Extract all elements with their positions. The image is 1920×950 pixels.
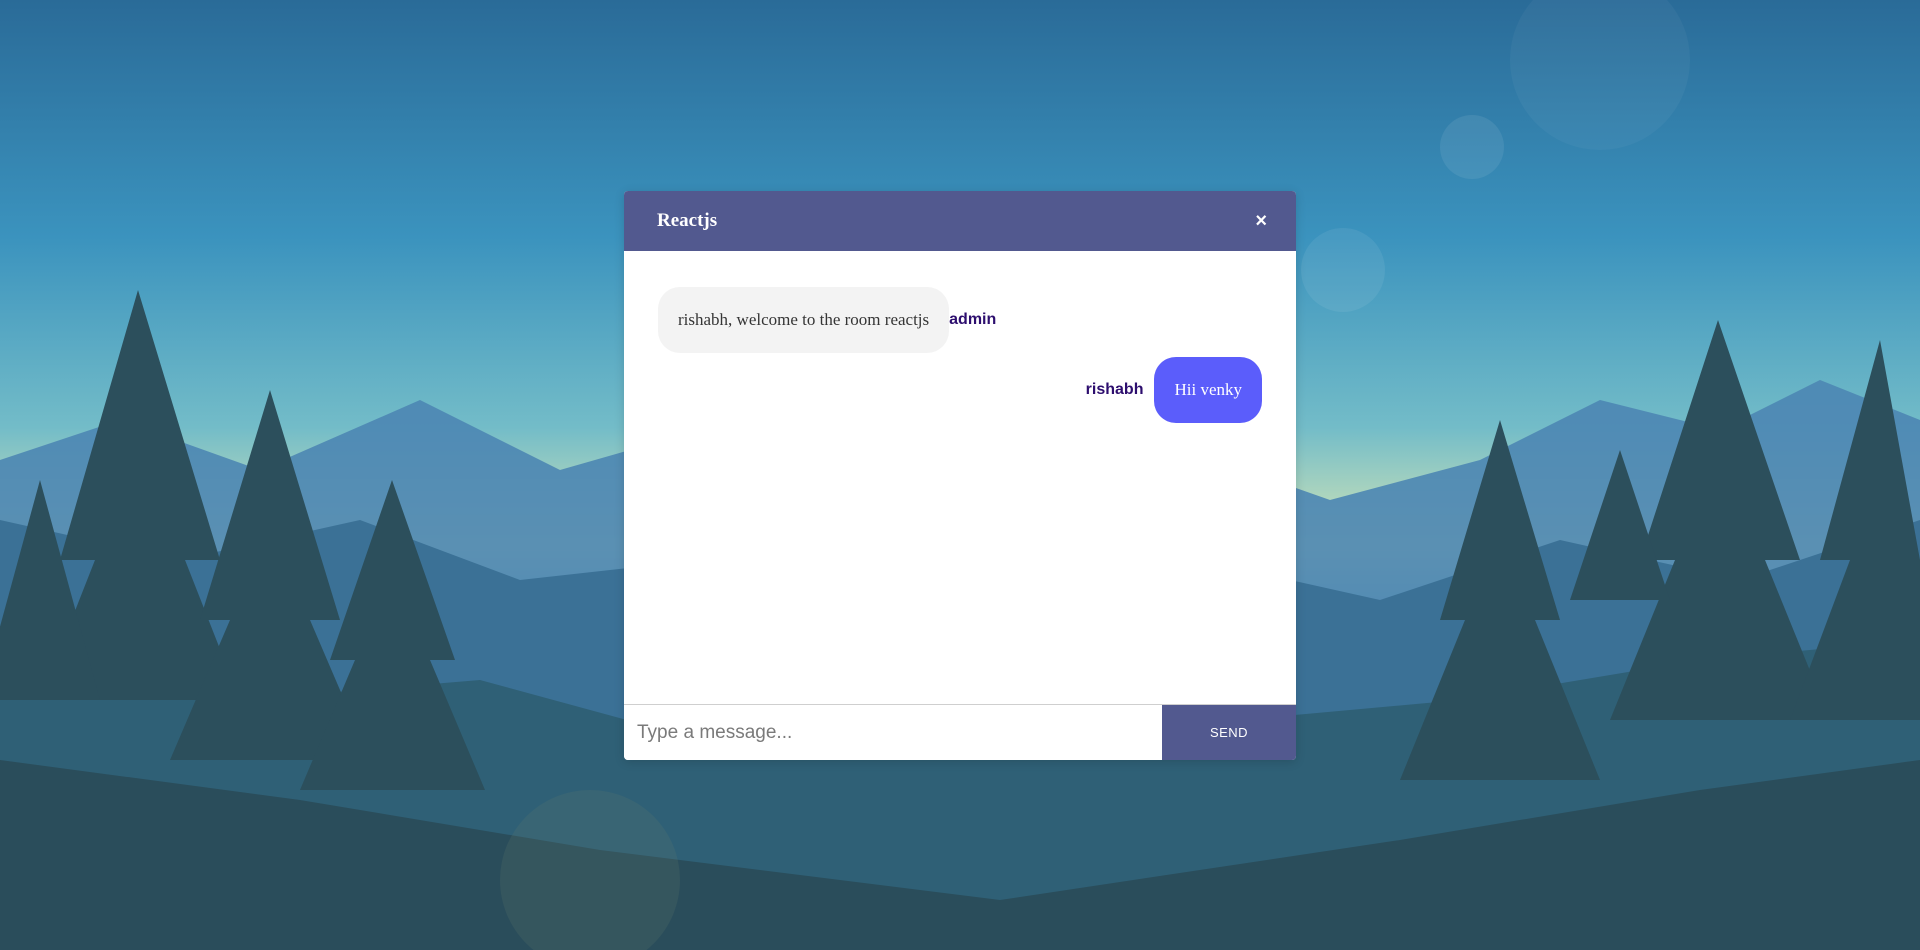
send-button[interactable]: SEND bbox=[1162, 705, 1296, 760]
sender-name: rishabh bbox=[1085, 381, 1144, 398]
chat-window: Reactjs × rishabh, welcome to the room r… bbox=[624, 191, 1296, 760]
chat-header: Reactjs × bbox=[624, 191, 1296, 251]
message-bubble: rishabh, welcome to the room reactjs bbox=[658, 287, 950, 353]
message-bubble: Hii venky bbox=[1154, 357, 1262, 423]
close-button[interactable]: × bbox=[1255, 211, 1267, 231]
sender-name: admin bbox=[949, 311, 997, 328]
message-composer: SEND bbox=[624, 704, 1296, 760]
room-title: Reactjs bbox=[657, 210, 718, 231]
message-list: rishabh, welcome to the room reactjs adm… bbox=[624, 251, 1296, 704]
message-row-received: rishabh, welcome to the room reactjs adm… bbox=[658, 287, 1262, 353]
message-input[interactable] bbox=[624, 705, 1162, 760]
message-row-sent: rishabh Hii venky bbox=[658, 357, 1262, 423]
